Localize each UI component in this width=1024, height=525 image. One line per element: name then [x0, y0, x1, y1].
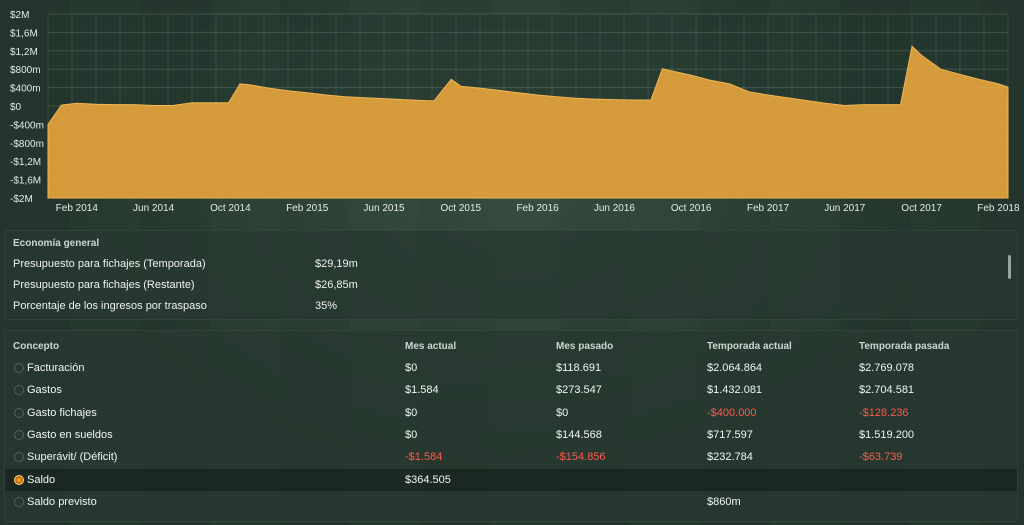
- current-month-cell: $0: [405, 406, 418, 419]
- current-month-cell: $0: [405, 362, 418, 374]
- concept-cell: Gasto fichajes: [27, 406, 97, 419]
- radio-icon[interactable]: [14, 496, 24, 507]
- economy-title: Economía general: [13, 238, 100, 249]
- last-season-cell: -$63.739: [859, 451, 903, 464]
- current-season-cell: $717.597: [707, 428, 753, 441]
- x-tick-label: Feb 2018: [977, 203, 1020, 214]
- last-season-cell: -$128.236: [859, 406, 909, 419]
- table-row[interactable]: Superávit/ (Déficit) -$1.584 -$154.856 $232…: [5, 446, 1017, 468]
- last-month-cell: $0: [556, 406, 569, 419]
- table-row[interactable]: Gasto fichajes $0 $0 -$400.000 -$128.236: [5, 402, 1017, 424]
- last-season-cell: $1.519.200: [859, 428, 915, 441]
- x-tick-label: Jun 2014: [133, 203, 175, 214]
- current-season-cell: $860m: [707, 495, 741, 508]
- header-current-month[interactable]: Mes actual: [405, 341, 456, 352]
- current-season-cell: $232.784: [707, 451, 753, 464]
- x-tick-label: Jun 2017: [824, 203, 866, 214]
- radio-icon[interactable]: [14, 363, 24, 373]
- current-season-cell: $2.064.864: [707, 362, 763, 374]
- y-tick-label: -$1,6M: [10, 176, 41, 187]
- x-tick-label: Oct 2017: [901, 203, 942, 214]
- x-tick-label: Oct 2016: [671, 203, 712, 214]
- y-tick-label: -$1,2M: [10, 157, 41, 168]
- concept-cell: Gastos: [27, 384, 62, 397]
- concept-cell: Saldo previsto: [27, 495, 97, 508]
- concept-cell: Saldo: [27, 473, 56, 486]
- current-month-cell: $364.505: [405, 473, 451, 486]
- last-month-cell: $273.547: [556, 384, 602, 397]
- economy-label: Porcentaje de los ingresos por traspaso: [13, 300, 207, 312]
- radio-icon[interactable]: [14, 385, 24, 396]
- header-last-season[interactable]: Temporada pasada: [859, 341, 949, 352]
- current-month-cell: -$1.584: [405, 451, 443, 464]
- y-tick-label: -$800m: [10, 139, 44, 150]
- radio-icon[interactable]: [14, 407, 24, 418]
- radio-selected-icon[interactable]: [14, 474, 24, 485]
- last-season-cell: $2.704.581: [859, 384, 915, 397]
- y-tick-label: $400m: [10, 84, 41, 95]
- concept-cell: Gasto en sueldos: [27, 428, 113, 441]
- last-month-cell: -$154.856: [556, 451, 606, 464]
- economy-scrollbar[interactable]: [1008, 255, 1011, 279]
- y-tick-label: $800m: [10, 65, 41, 76]
- y-tick-label: -$400m: [10, 120, 44, 131]
- table-row[interactable]: Gastos $1.584 $273.547 $1.432.081 $2.704.581: [5, 379, 1017, 401]
- x-tick-label: Feb 2014: [56, 203, 99, 214]
- last-season-cell: $2.769.078: [859, 362, 915, 374]
- y-tick-label: $1,6M: [10, 28, 38, 39]
- y-tick-label: $0: [10, 102, 22, 113]
- table-row[interactable]: Saldo $364.505: [5, 468, 1017, 491]
- current-month-cell: $0: [405, 428, 418, 441]
- economy-panel: Economía general Presupuesto para fichaj…: [4, 230, 1018, 320]
- x-tick-label: Feb 2017: [747, 203, 790, 214]
- radio-icon[interactable]: [14, 429, 24, 440]
- current-season-cell: -$400.000: [707, 406, 757, 419]
- economy-value: 35%: [315, 300, 338, 312]
- x-tick-label: Jun 2015: [363, 203, 405, 214]
- balance-area-chart: $2M $1,6M $1,2M $800m $400m $0 -$400m -$800m -$1…: [10, 10, 1020, 214]
- economy-value: $29,19m: [315, 258, 358, 270]
- x-tick-label: Feb 2015: [286, 203, 329, 214]
- x-tick-label: Jun 2016: [594, 203, 636, 214]
- current-month-cell: $1.584: [405, 384, 439, 397]
- economy-value: $26,85m: [315, 279, 358, 291]
- x-tick-label: Oct 2014: [210, 203, 251, 214]
- table-row[interactable]: Saldo previsto $860m: [5, 491, 1017, 513]
- concept-cell: Superávit/ (Déficit): [27, 451, 118, 464]
- concept-cell: Facturación: [27, 362, 85, 374]
- y-tick-label: -$2M: [10, 194, 33, 205]
- economy-label: Presupuesto para fichajes (Restante): [13, 279, 195, 291]
- x-tick-label: Feb 2016: [516, 203, 559, 214]
- radio-icon[interactable]: [14, 452, 24, 463]
- y-tick-label: $2M: [10, 10, 29, 21]
- header-last-month[interactable]: Mes pasado: [556, 341, 613, 352]
- last-month-cell: $118.691: [556, 362, 602, 374]
- current-season-cell: $1.432.081: [707, 384, 763, 397]
- y-tick-label: $1,2M: [10, 47, 38, 58]
- x-tick-label: Oct 2015: [441, 203, 482, 214]
- header-concept[interactable]: Concepto: [13, 341, 59, 352]
- header-current-season[interactable]: Temporada actual: [707, 341, 792, 352]
- finance-table-panel: Concepto Mes actual Mes pasado Temporada…: [4, 330, 1018, 522]
- economy-label: Presupuesto para fichajes (Temporada): [13, 258, 206, 270]
- last-month-cell: $144.568: [556, 428, 602, 441]
- table-row[interactable]: Facturación $0 $118.691 $2.064.864 $2.769.07…: [5, 357, 1017, 379]
- table-row[interactable]: Gasto en sueldos $0 $144.568 $717.597 $1.519…: [5, 424, 1017, 446]
